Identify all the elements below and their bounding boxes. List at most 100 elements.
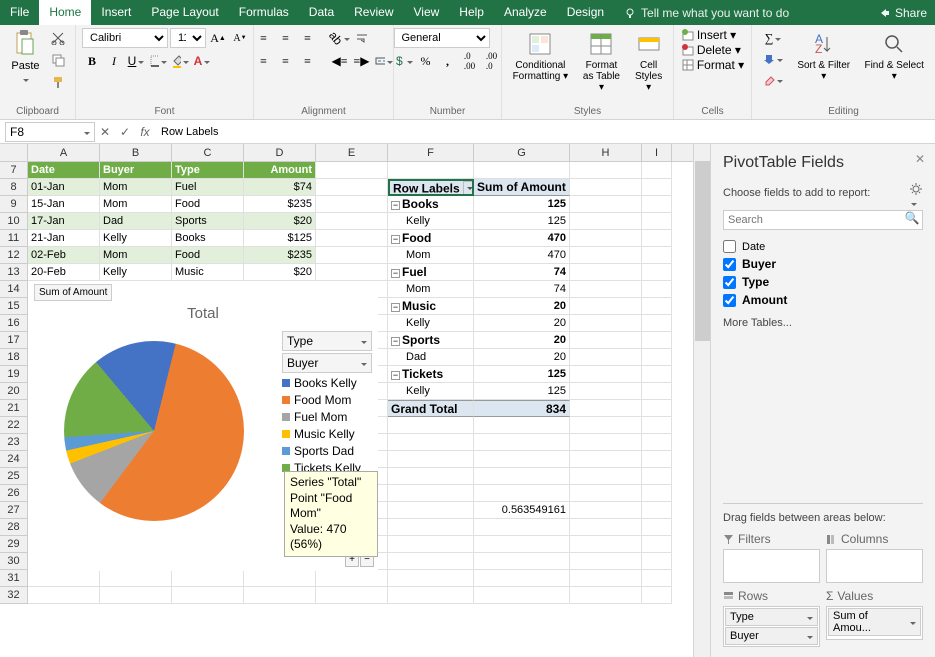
cell[interactable] (474, 587, 570, 604)
col-C[interactable]: C (172, 144, 244, 161)
row-header[interactable]: 22 (0, 417, 28, 434)
cell[interactable] (570, 298, 642, 315)
cancel-formula-button[interactable]: ✕ (95, 125, 115, 139)
cell[interactable] (642, 553, 672, 570)
font-color-button[interactable]: A (192, 51, 212, 71)
sort-filter-button[interactable]: AZ Sort & Filter ▾ (792, 28, 855, 84)
cell[interactable]: $20 (244, 264, 316, 281)
decrease-font-button[interactable]: A▼ (230, 28, 250, 48)
field-item[interactable]: Date (723, 238, 923, 255)
orientation-button[interactable]: ab (330, 28, 350, 48)
cell[interactable]: −Food (388, 230, 474, 247)
cell[interactable]: 01-Jan (28, 179, 100, 196)
pivot-chart[interactable]: Sum of Amount Total Type Buyer Books Kel… (28, 281, 378, 571)
cell[interactable]: Buyer (100, 162, 172, 179)
cell[interactable]: Mom (388, 281, 474, 298)
percent-button[interactable]: % (416, 51, 436, 71)
row-header[interactable]: 14 (0, 281, 28, 298)
cell[interactable] (642, 247, 672, 264)
cell[interactable] (570, 468, 642, 485)
cell[interactable] (570, 162, 642, 179)
cell[interactable] (474, 553, 570, 570)
cell[interactable]: 15-Jan (28, 196, 100, 213)
cell[interactable] (570, 519, 642, 536)
border-button[interactable] (148, 51, 168, 71)
cell[interactable]: Mom (100, 196, 172, 213)
menu-design[interactable]: Design (557, 0, 614, 25)
cell[interactable]: 125 (474, 383, 570, 400)
select-all-corner[interactable] (0, 144, 28, 161)
cell[interactable] (642, 230, 672, 247)
cell[interactable] (570, 247, 642, 264)
cell[interactable] (570, 587, 642, 604)
underline-button[interactable]: U (126, 51, 146, 71)
accounting-button[interactable]: $ (394, 51, 414, 71)
cell[interactable]: −Fuel (388, 264, 474, 281)
cell[interactable] (642, 366, 672, 383)
vertical-scrollbar[interactable] (693, 144, 710, 657)
enter-formula-button[interactable]: ✓ (115, 125, 135, 139)
menu-page-layout[interactable]: Page Layout (141, 0, 228, 25)
row-header[interactable]: 12 (0, 247, 28, 264)
cell[interactable]: 0.563549161 (474, 502, 570, 519)
field-item[interactable]: Type (723, 273, 923, 291)
formula-input[interactable]: Row Labels (155, 124, 935, 140)
row-header[interactable]: 23 (0, 434, 28, 451)
cell[interactable] (474, 485, 570, 502)
menu-formulas[interactable]: Formulas (229, 0, 299, 25)
col-G[interactable]: G (474, 144, 570, 161)
cell[interactable] (100, 570, 172, 587)
cell[interactable] (570, 451, 642, 468)
cell[interactable] (474, 536, 570, 553)
row-header[interactable]: 20 (0, 383, 28, 400)
cell[interactable] (474, 434, 570, 451)
paste-button[interactable]: Paste (7, 28, 43, 88)
cell[interactable] (474, 417, 570, 434)
row-header[interactable]: 9 (0, 196, 28, 213)
row-header[interactable]: 19 (0, 366, 28, 383)
cell[interactable] (642, 451, 672, 468)
autosum-button[interactable]: ∑ (758, 28, 788, 48)
filters-drop-area[interactable] (723, 549, 820, 583)
cell[interactable]: 02-Feb (28, 247, 100, 264)
cell[interactable] (570, 281, 642, 298)
menu-analyze[interactable]: Analyze (494, 0, 557, 25)
row-header[interactable]: 16 (0, 315, 28, 332)
cell[interactable] (474, 519, 570, 536)
cell[interactable] (642, 298, 672, 315)
cell[interactable] (316, 162, 388, 179)
cut-button[interactable] (48, 28, 68, 48)
cell[interactable] (388, 536, 474, 553)
menu-review[interactable]: Review (344, 0, 403, 25)
cell[interactable]: Date (28, 162, 100, 179)
cell[interactable] (28, 570, 100, 587)
col-I[interactable]: I (642, 144, 672, 161)
cell[interactable] (172, 587, 244, 604)
cell[interactable] (474, 468, 570, 485)
cell[interactable]: $74 (244, 179, 316, 196)
fill-color-button[interactable] (170, 51, 190, 71)
cell[interactable] (570, 553, 642, 570)
cell[interactable] (316, 247, 388, 264)
number-format-select[interactable]: General (394, 28, 490, 48)
cell[interactable] (388, 434, 474, 451)
tell-me-search[interactable]: Tell me what you want to do (624, 6, 789, 20)
cell[interactable]: $235 (244, 196, 316, 213)
cell[interactable]: Music (172, 264, 244, 281)
field-item[interactable]: Amount (723, 291, 923, 309)
col-F[interactable]: F (388, 144, 474, 161)
cell[interactable] (570, 230, 642, 247)
cell[interactable] (570, 366, 642, 383)
copy-button[interactable] (48, 50, 68, 70)
cell[interactable]: 125 (474, 366, 570, 383)
row-header[interactable]: 18 (0, 349, 28, 366)
cell[interactable] (316, 264, 388, 281)
cell[interactable]: Kelly (388, 383, 474, 400)
cell[interactable] (388, 587, 474, 604)
cell[interactable]: $20 (244, 213, 316, 230)
cell[interactable]: Sum of Amount (474, 179, 570, 196)
decrease-decimal-button[interactable]: .00.0 (482, 51, 502, 71)
increase-font-button[interactable]: A▲ (208, 28, 228, 48)
cell[interactable]: Dad (388, 349, 474, 366)
fx-button[interactable]: fx (135, 125, 155, 139)
